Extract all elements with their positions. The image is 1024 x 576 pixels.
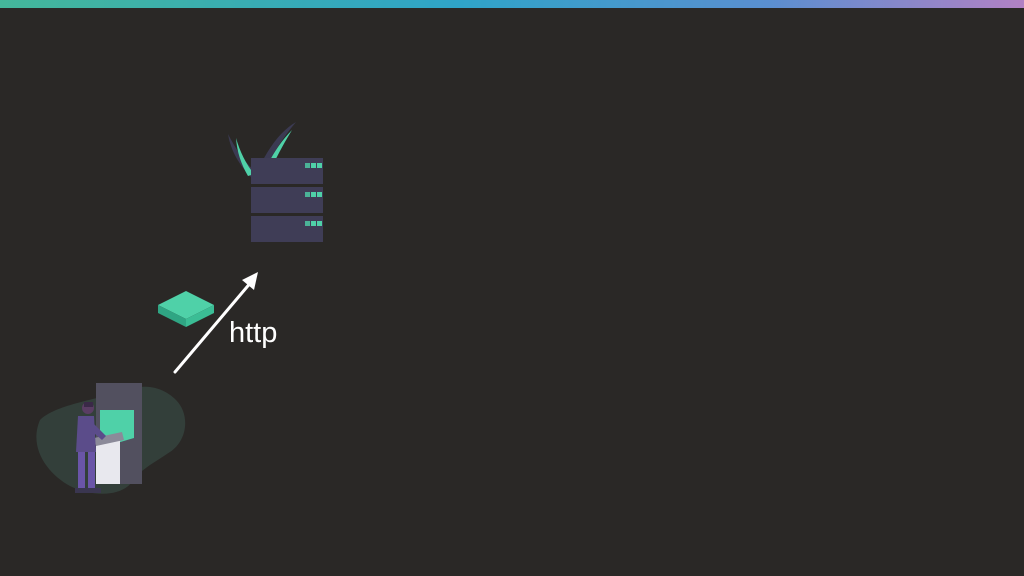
server-unit-2 [251,187,323,213]
server-unit-3 [251,216,323,242]
server-unit-1 [251,158,323,184]
slide: http [0,0,1024,576]
client-arcade-icon [36,383,186,494]
protocol-label: http [229,317,278,349]
packet-icon [158,291,214,327]
server-leaf-dark-right [262,122,296,164]
server-icon [228,122,323,242]
diagram-canvas [36,122,323,494]
